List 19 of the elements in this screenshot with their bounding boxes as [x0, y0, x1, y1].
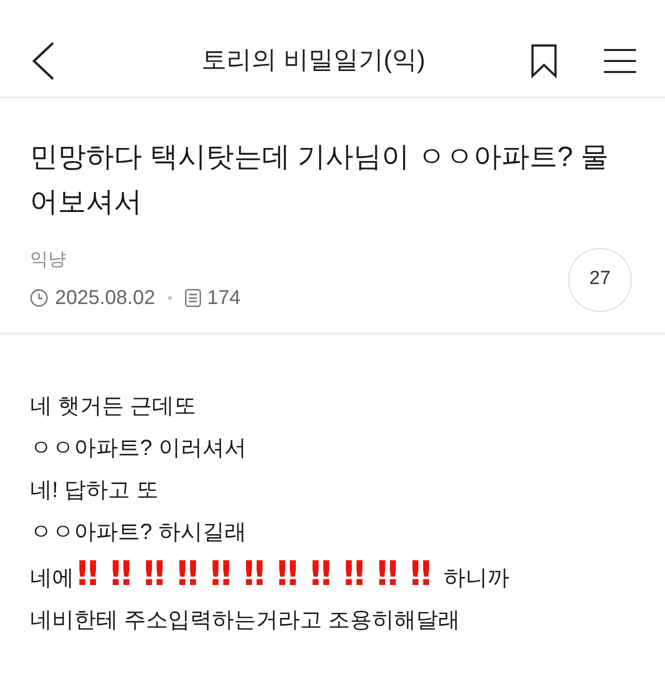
separator-dot-icon	[168, 296, 172, 300]
body-text-line: 네에‼‼‼‼‼‼‼‼‼‼‼하니까	[30, 553, 510, 596]
bookmark-button[interactable]	[529, 42, 559, 78]
back-chevron-icon	[31, 40, 55, 80]
document-icon	[185, 289, 202, 307]
post-date: 2025.08.02	[55, 286, 156, 311]
board-title: 토리의 비밀일기(익)	[202, 44, 426, 76]
author-name[interactable]: 익냥	[30, 246, 240, 273]
body-text-line: 네 햇거든 근데또	[30, 392, 198, 420]
body-text-line: ㅇㅇ아파트? 하시길래	[30, 518, 248, 546]
bookmark-icon	[531, 44, 557, 78]
clock-icon	[30, 289, 48, 307]
body-text-line: ㅇㅇ아파트? 이러셔서	[30, 434, 248, 462]
comment-count-button[interactable]: 27	[568, 248, 632, 312]
menu-icon	[604, 48, 636, 74]
body-text-line: 네! 답하고 또	[30, 476, 160, 504]
body-text-line: 네비한테 주소입력하는거라고 조용히해달래	[30, 606, 462, 634]
post-title: 민망하다 택시탓는데 기사님이 ㅇㅇ아파트? 물어보셔서	[30, 140, 610, 219]
view-count: 174	[207, 286, 240, 311]
